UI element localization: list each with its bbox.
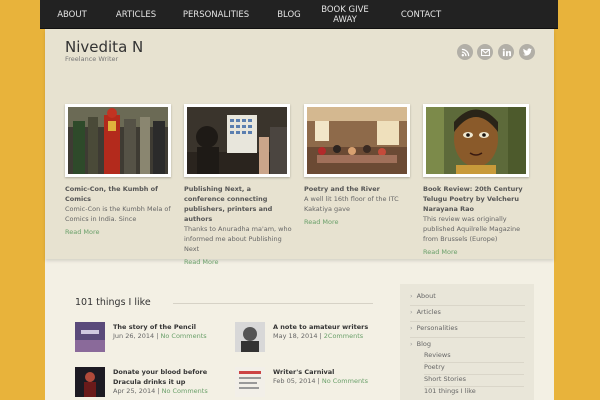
site-title[interactable]: Nivedita N [65,38,143,56]
featured-title[interactable]: Publishing Next, a conference connecting… [184,184,293,224]
featured-image-publishing-next[interactable] [184,104,290,177]
page-container: Nivedita N Freelance Writer Comic-Con, t… [45,29,554,400]
nav-item-personalities[interactable]: PERSONALITIES [168,0,264,29]
sidebar-subitem-reviews[interactable]: Reviews [424,351,524,363]
featured-excerpt: Thanks to Anuradha ma'am, who informed m… [184,225,292,253]
featured-area: Nivedita N Freelance Writer Comic-Con, t… [45,29,554,266]
nav-item-book-give-away[interactable]: BOOK GIVE AWAY [314,0,376,29]
read-more-link[interactable]: Read More [304,218,413,226]
read-more-link[interactable]: Read More [423,248,532,256]
featured-card: Publishing Next, a conference connecting… [184,104,293,266]
sidebar-item-label: About [416,292,436,300]
post-title[interactable]: Writer's Carnival [273,367,388,377]
post-date: May 18, 2014 [273,332,318,340]
read-more-link[interactable]: Read More [65,228,174,236]
section-title: 101 things I like [75,297,151,308]
post-date: Feb 05, 2014 [273,377,316,385]
section-divider [173,303,373,304]
post-title[interactable]: The story of the Pencil [113,322,228,332]
featured-excerpt: A well lit 16th floor of the ITC Kakatiy… [304,195,399,213]
featured-image-comic-con[interactable] [65,104,171,177]
sidebar-item-articles[interactable]: › Articles [410,308,525,322]
featured-title[interactable]: Poetry and the River [304,184,413,194]
twitter-icon[interactable] [519,44,535,60]
sidebar-item-label: Personalities [416,324,458,332]
featured-card: Book Review: 20th Century Telugu Poetry … [423,104,532,256]
chevron-right-icon: › [410,340,413,348]
featured-card: Comic-Con, the Kumbh of Comics Comic-Con… [65,104,174,236]
nav-item-articles[interactable]: ARTICLES [104,0,168,29]
featured-excerpt: This review was originally published Aqu… [423,215,521,243]
chevron-right-icon: › [410,308,413,316]
sidebar-subitem-short-stories[interactable]: Short Stories [424,375,524,387]
post-date: Jun 26, 2014 [113,332,155,340]
email-icon[interactable] [477,44,493,60]
post-title[interactable]: Donate your blood before Dracula drinks … [113,367,228,387]
site-tagline: Freelance Writer [65,55,119,63]
sidebar-item-about[interactable]: › About [410,292,525,306]
post-date: Apr 25, 2014 [113,387,156,395]
nav-item-contact[interactable]: CONTACT [376,0,466,29]
post-meta: Jun 26, 2014 | No Comments [113,332,207,340]
linkedin-icon[interactable] [498,44,514,60]
chevron-right-icon: › [410,324,413,332]
chevron-right-icon: › [410,292,413,300]
post-thumbnail[interactable] [75,367,105,397]
post-meta: May 18, 2014 | 2Comments [273,332,363,340]
sidebar-subitem-101-things[interactable]: 101 things I like [424,387,524,398]
featured-card: Poetry and the River A well lit 16th flo… [304,104,413,226]
nav-item-about[interactable]: ABOUT [40,0,104,29]
post-title[interactable]: A note to amateur writers [273,322,388,332]
featured-title[interactable]: Comic-Con, the Kumbh of Comics [65,184,174,204]
featured-excerpt: Comic-Con is the Kumbh Mela of Comics in… [65,205,171,223]
comments-link[interactable]: No Comments [322,377,368,385]
nav-item-blog[interactable]: BLOG [264,0,314,29]
sidebar-subitem-poetry[interactable]: Poetry [424,363,524,375]
main-navigation: ABOUT ARTICLES PERSONALITIES BLOG BOOK G… [40,0,558,29]
comments-link[interactable]: No Comments [161,332,207,340]
sidebar-menu: › About › Articles › Personalities › Blog Re… [400,284,534,400]
sidebar-item-label: Articles [416,308,441,316]
comments-link[interactable]: 2Comments [324,332,363,340]
read-more-link[interactable]: Read More [184,258,293,266]
post-thumbnail[interactable] [75,322,105,352]
featured-image-book-review[interactable] [423,104,529,177]
post-meta: Apr 25, 2014 | No Comments [113,387,208,395]
featured-image-poetry-river[interactable] [304,104,410,177]
comments-link[interactable]: No Comments [162,387,208,395]
post-thumbnail[interactable] [235,367,265,397]
sidebar-item-label: Blog [416,340,431,348]
sidebar-item-personalities[interactable]: › Personalities [410,324,525,338]
post-thumbnail[interactable] [235,322,265,352]
post-meta: Feb 05, 2014 | No Comments [273,377,368,385]
featured-title[interactable]: Book Review: 20th Century Telugu Poetry … [423,184,532,214]
rss-icon[interactable] [457,44,473,60]
